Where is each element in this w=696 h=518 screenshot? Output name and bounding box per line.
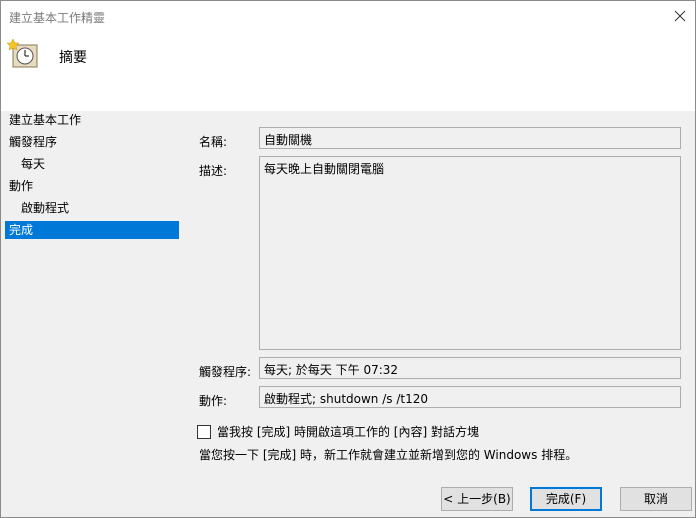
wizard-steps-nav: 建立基本工作 觸發程序 每天 動作 啟動程式 完成 bbox=[1, 111, 181, 239]
title-bar: 建立基本工作精靈 bbox=[1, 1, 695, 31]
description-field[interactable]: 每天晚上自動關閉電腦 bbox=[259, 156, 681, 350]
description-label: 描述: bbox=[199, 164, 228, 178]
action-label: 動作: bbox=[199, 394, 228, 408]
nav-item-action[interactable]: 動作 bbox=[1, 177, 181, 199]
back-button[interactable]: < 上一步(B) bbox=[441, 487, 513, 511]
task-wizard-window: 建立基本工作精靈 摘要 建立基本工作 觸發程序 每天 動作 啟動程式 完成 名稱… bbox=[0, 0, 696, 518]
open-properties-checkbox[interactable] bbox=[197, 424, 211, 439]
page-title: 摘要 bbox=[59, 50, 87, 66]
action-field: 啟動程式; shutdown /s /t120 bbox=[259, 386, 681, 408]
clock-task-icon bbox=[6, 37, 41, 71]
close-icon[interactable] bbox=[669, 5, 691, 27]
nav-item-start-program[interactable]: 啟動程式 bbox=[1, 199, 181, 221]
header: 摘要 bbox=[1, 31, 695, 111]
window-title: 建立基本工作精靈 bbox=[9, 11, 106, 25]
name-field[interactable]: 自動關機 bbox=[259, 127, 681, 149]
open-properties-label: 當我按 [完成] 時開啟這項工作的 [內容] 對話方塊 bbox=[217, 425, 479, 439]
trigger-field: 每天; 於每天 下午 07:32 bbox=[259, 357, 681, 379]
nav-item-trigger[interactable]: 觸發程序 bbox=[1, 133, 181, 155]
nav-item-daily[interactable]: 每天 bbox=[1, 155, 181, 177]
finish-button[interactable]: 完成(F) bbox=[530, 487, 602, 511]
cancel-button[interactable]: 取消 bbox=[620, 487, 692, 511]
finish-note: 當您按一下 [完成] 時，新工作就會建立並新增到您的 Windows 排程。 bbox=[199, 448, 578, 462]
nav-item-finish[interactable]: 完成 bbox=[5, 221, 179, 239]
name-label: 名稱: bbox=[199, 135, 228, 149]
trigger-label: 觸發程序: bbox=[199, 365, 252, 379]
open-properties-option[interactable]: 當我按 [完成] 時開啟這項工作的 [內容] 對話方塊 bbox=[197, 423, 479, 440]
nav-item-create-basic-task[interactable]: 建立基本工作 bbox=[1, 111, 181, 133]
